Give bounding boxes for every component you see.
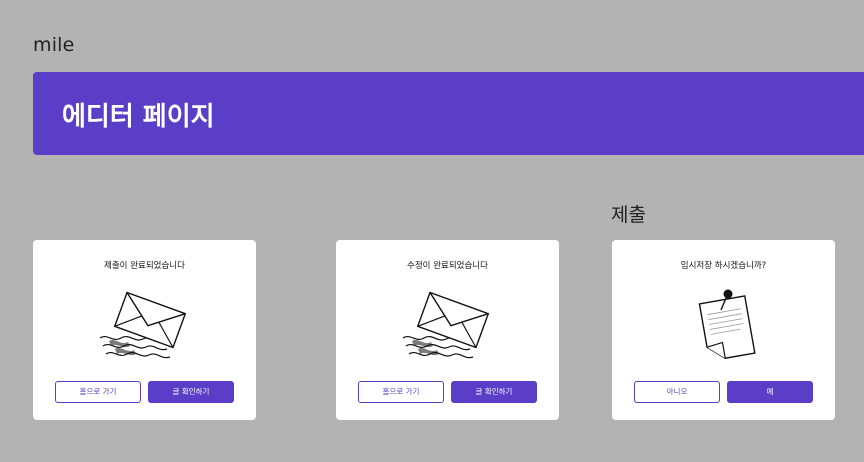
temp-save-modal: 임시저장 하시겠습니까? 아니오 예 [612, 240, 835, 420]
page-title: 에디터 페이지 [62, 102, 215, 132]
modal-title: 제출이 완료되었습니다 [104, 261, 185, 271]
pinned-note-icon [698, 289, 756, 359]
go-home-button[interactable]: 홈으로 가기 [358, 381, 444, 403]
view-post-button[interactable]: 글 확인하기 [148, 381, 234, 403]
edit-complete-modal: 수정이 완료되었습니다 홈으로 가기 글 확인하기 [336, 240, 559, 420]
view-post-button[interactable]: 글 확인하기 [451, 381, 537, 403]
envelope-icon [99, 291, 187, 359]
go-home-button[interactable]: 홈으로 가기 [55, 381, 141, 403]
yes-button[interactable]: 예 [727, 381, 813, 403]
editor-page-banner: 에디터 페이지 [33, 72, 864, 155]
submit-complete-modal: 제출이 완료되었습니다 홈으로 가기 글 확인하기 [33, 240, 256, 420]
modal-title: 수정이 완료되었습니다 [407, 261, 488, 271]
envelope-icon [402, 291, 490, 359]
modal-title: 임시저장 하시겠습니까? [680, 261, 767, 271]
no-button[interactable]: 아니오 [634, 381, 720, 403]
section-label-submit: 제출 [611, 204, 646, 226]
app-title: mile [33, 34, 75, 56]
